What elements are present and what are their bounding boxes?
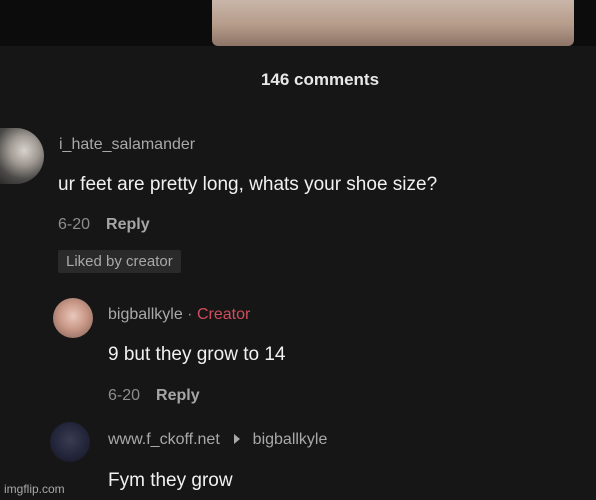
comment-username[interactable]: bigballkyle bbox=[108, 306, 183, 323]
reply-button[interactable]: Reply bbox=[156, 387, 200, 405]
comment-date: 6-20 bbox=[58, 216, 91, 233]
comments-count-title: 146 comments bbox=[260, 70, 380, 89]
video-preview-strip bbox=[0, 0, 596, 46]
reply-button[interactable]: Reply bbox=[106, 216, 150, 234]
comment-header: www.f_ckoff.net bigballkyle bbox=[108, 431, 327, 449]
avatar[interactable] bbox=[53, 298, 93, 338]
comment-username[interactable]: i_hate_salamander bbox=[59, 136, 195, 154]
comment-text: 9 but they grow to 14 bbox=[108, 344, 286, 365]
avatar[interactable] bbox=[50, 422, 90, 462]
creator-tag: Creator bbox=[196, 306, 251, 323]
comment-meta: 6-20 Reply bbox=[108, 387, 200, 405]
comment-username[interactable]: www.f_ckoff.net bbox=[108, 431, 220, 448]
comment-text: Fym they grow bbox=[108, 470, 233, 491]
watermark: imgflip.com bbox=[4, 482, 65, 496]
comment-header: bigballkyle · Creator bbox=[108, 306, 250, 324]
replying-to-username[interactable]: bigballkyle bbox=[253, 431, 328, 448]
liked-by-creator-badge: Liked by creator bbox=[58, 250, 181, 273]
comment-meta: 6-20 Reply bbox=[58, 216, 150, 234]
separator-dot: · bbox=[187, 306, 193, 323]
comment-date: 6-20 bbox=[108, 387, 141, 404]
comments-screen: 146 comments i_hate_salamander ur feet a… bbox=[0, 0, 596, 500]
comment-text: ur feet are pretty long, whats your shoe… bbox=[58, 174, 438, 195]
triangle-right-icon bbox=[234, 434, 241, 445]
video-thumbnail[interactable] bbox=[212, 0, 574, 46]
